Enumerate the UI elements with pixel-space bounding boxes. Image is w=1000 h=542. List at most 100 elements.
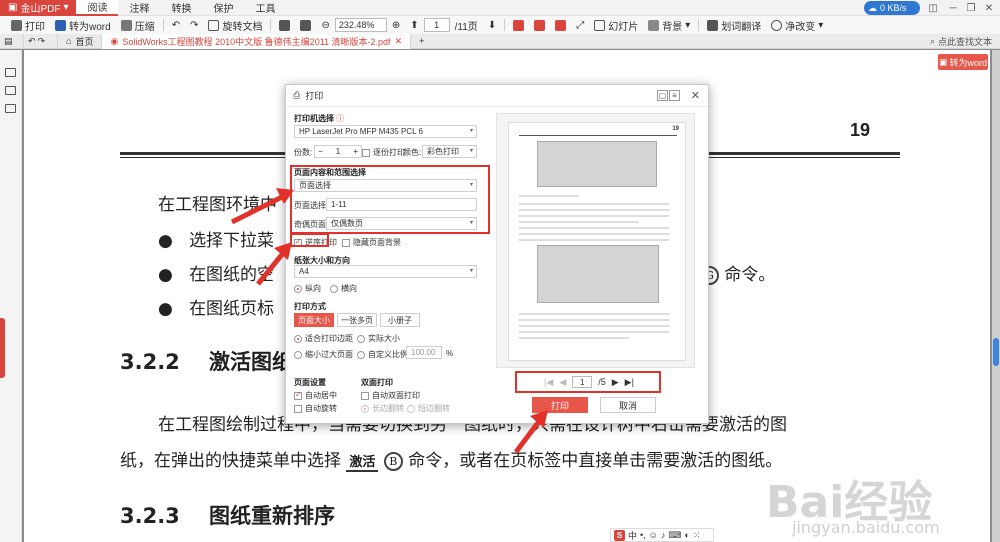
redo-button[interactable]: ↷ xyxy=(185,16,203,34)
auto-rotate-checkbox[interactable]: 自动旋转 xyxy=(294,403,337,414)
app-brand-button[interactable]: ▣ 金山PDF ▾ xyxy=(0,0,77,16)
thumb-text xyxy=(519,195,579,197)
rotate-button[interactable]: 旋转文档 xyxy=(203,16,267,34)
shrink-radio[interactable]: 缩小过大页面 xyxy=(294,349,353,360)
chevron-down-icon: ▾ xyxy=(63,2,69,13)
sidebar-toggle-handle[interactable] xyxy=(0,318,5,378)
new-tab-button[interactable]: + xyxy=(411,34,432,49)
collate-checkbox[interactable]: 逐份打印 xyxy=(362,147,405,158)
auto-center-checkbox[interactable]: 自动居中 xyxy=(294,390,337,401)
duplex-section-title: 双面打印 xyxy=(361,378,393,387)
slideshow-button[interactable]: 幻灯片 xyxy=(589,16,643,34)
scale-input[interactable]: 100.00 xyxy=(406,346,442,359)
dialog-list-toggle-icon[interactable]: ≡ xyxy=(669,90,680,101)
menu-annotate[interactable]: 注释 xyxy=(118,0,160,16)
printer-icon xyxy=(11,19,22,31)
word-icon: ▣ xyxy=(938,56,948,67)
mode-page-size-tab[interactable]: 页面大小 xyxy=(294,313,334,327)
dialog-close-icon[interactable]: ✕ xyxy=(691,89,700,102)
scrollbar-thumb[interactable] xyxy=(993,338,999,366)
long-edge-radio[interactable]: 长边翻转 xyxy=(361,403,404,414)
annotation-icon[interactable] xyxy=(5,104,16,113)
zoom-in-button[interactable]: ⊕ xyxy=(387,16,405,34)
page-total: /11页 xyxy=(454,21,478,33)
history-nav[interactable]: ↶ ↷ xyxy=(24,33,58,49)
close-icon[interactable]: ✕ xyxy=(980,0,998,16)
translate-button[interactable]: 划词翻译 xyxy=(702,16,766,34)
tab-home[interactable]: ⌂ 首页 xyxy=(58,33,103,49)
thumb-text xyxy=(519,203,669,205)
hide-background-checkbox[interactable]: 隐藏页面背景 xyxy=(342,237,401,248)
eye-care-button[interactable]: 净改变 ▾ xyxy=(766,16,828,34)
dialog-titlebar: ⎙ 打印 xyxy=(286,85,708,107)
continuous-button[interactable] xyxy=(550,16,571,34)
bookmark-icon[interactable] xyxy=(5,68,16,77)
preview-page-thumbnail: 19 xyxy=(508,122,686,361)
to-word-button[interactable]: 转为word xyxy=(50,16,116,34)
background-icon xyxy=(648,19,660,31)
dialog-preview-toggle-icon[interactable]: ▢ xyxy=(657,90,668,101)
copies-stepper[interactable]: − 1 + xyxy=(314,145,362,158)
inline-activate-label: 激活 xyxy=(346,451,379,472)
zoom-in-icon: ⊕ xyxy=(391,19,401,31)
menu-tools[interactable]: 工具 xyxy=(244,0,286,16)
prev-page-button[interactable]: ⬆ xyxy=(405,16,423,34)
vertical-scrollbar[interactable] xyxy=(992,50,1000,542)
menu-read[interactable]: 阅读 xyxy=(76,0,119,16)
print-button[interactable]: 打印 xyxy=(6,16,50,34)
home-icon: ⌂ xyxy=(66,36,72,46)
thumb-text xyxy=(519,221,639,223)
double-page-button[interactable] xyxy=(529,16,550,34)
fit-margin-radio[interactable]: 适合打印边距 xyxy=(294,333,353,344)
arrow-up-icon: ⬆ xyxy=(410,19,419,31)
background-button[interactable]: 背景 ▾ xyxy=(643,16,695,34)
duplex-checkbox[interactable]: 自动双面打印 xyxy=(361,390,420,401)
thumbnail-icon[interactable] xyxy=(5,86,16,95)
menu-protect[interactable]: 保护 xyxy=(202,0,244,16)
next-page-button[interactable]: ⬇ xyxy=(483,16,501,34)
slideshow-icon xyxy=(594,19,606,31)
actual-size-radio[interactable]: 实际大小 xyxy=(357,333,400,344)
page-input[interactable]: 1 xyxy=(423,18,450,32)
menu-convert[interactable]: 转换 xyxy=(160,0,202,16)
pagesetup-section-title: 页面设置 xyxy=(294,378,326,387)
minimize-icon[interactable]: ─ xyxy=(944,0,962,16)
thumb-rule xyxy=(519,135,677,136)
fullscreen-button[interactable]: ⤢ xyxy=(571,16,589,34)
single-page-button[interactable] xyxy=(508,16,529,34)
compress-button[interactable]: 压缩 xyxy=(116,16,160,34)
zoom-out-button[interactable]: ⊖ xyxy=(316,16,334,34)
minus-icon[interactable]: − xyxy=(315,147,323,156)
to-word-float-button[interactable]: ▣ 转为word xyxy=(938,54,988,70)
printer-select[interactable]: HP LaserJet Pro MFP M435 PCL 6 ▾ xyxy=(294,125,477,138)
ime-toolbar[interactable]: S 中 •, ☺ ♪ ⌨ ◐ ⁙ xyxy=(610,528,714,542)
tab-document[interactable]: ◉ SolidWorks工程图教程 2010中文版 鲁德伟主编2011 清晰版本-… xyxy=(102,33,412,49)
print-confirm-button[interactable]: 打印 xyxy=(532,397,588,413)
tab-bar: ▤ ↶ ↷ ⌂ 首页 ◉ SolidWorks工程图教程 2010中文版 鲁德伟主编2… xyxy=(0,33,1000,49)
section-heading: 3.2.3 图纸重新排序 xyxy=(120,504,336,528)
portrait-radio[interactable]: 纵向 xyxy=(294,283,321,294)
watermark-url: jingyan.baidu.com xyxy=(792,518,940,537)
zoom-input[interactable]: 232.48% xyxy=(334,18,387,32)
tab-close-icon[interactable]: ✕ xyxy=(395,36,403,47)
find-text-button[interactable]: ⌕ 点此查找文本 xyxy=(930,34,992,49)
shortcut-circle-b: B xyxy=(383,452,403,471)
checkbox-box xyxy=(362,148,370,157)
skin-icon[interactable]: ◫ xyxy=(924,0,942,16)
color-select[interactable]: 彩色打印 ▾ xyxy=(422,145,477,158)
radio-dot xyxy=(294,350,302,359)
short-edge-radio[interactable]: 短边翻转 xyxy=(407,403,450,414)
fit-width-button[interactable] xyxy=(274,16,295,34)
plus-icon[interactable]: + xyxy=(353,147,361,156)
fit-page-button[interactable] xyxy=(295,16,316,34)
maximize-icon[interactable]: ❐ xyxy=(962,0,980,16)
landscape-radio[interactable]: 横向 xyxy=(330,283,357,294)
mode-multi-page-tab[interactable]: 一张多页 xyxy=(337,313,377,327)
open-folder-button[interactable]: ▤ xyxy=(0,33,24,49)
mode-booklet-tab[interactable]: 小册子 xyxy=(380,313,420,327)
paper-size-select[interactable]: A4 ▾ xyxy=(294,265,477,278)
thumb-text xyxy=(519,331,669,333)
undo-button[interactable]: ↶ xyxy=(167,16,185,34)
cancel-button[interactable]: 取消 xyxy=(600,397,656,413)
bullet-dot-icon: ● xyxy=(158,231,173,251)
